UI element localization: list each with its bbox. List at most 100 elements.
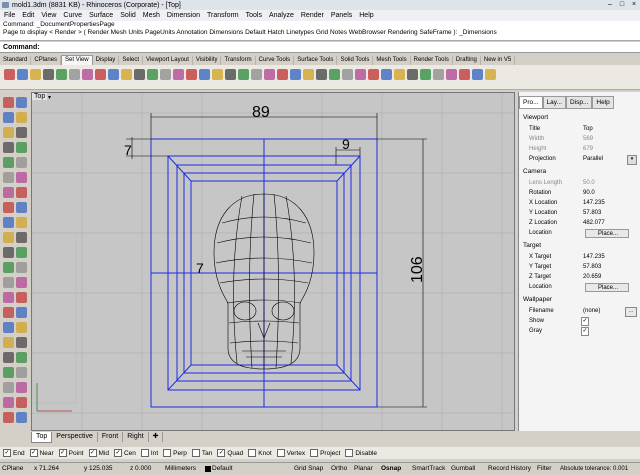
- checkbox[interactable]: ✓: [58, 449, 67, 457]
- toolbar-tab-solid-tools[interactable]: Solid Tools: [337, 56, 374, 65]
- menu-file[interactable]: File: [4, 12, 15, 19]
- toolbar-icon[interactable]: [459, 69, 470, 80]
- toolbar-icon[interactable]: [381, 69, 392, 80]
- property-value[interactable]: 90.0: [581, 189, 633, 198]
- viewport-tab-right[interactable]: Right: [123, 432, 149, 442]
- toolbar-icon[interactable]: [472, 69, 483, 80]
- property-value[interactable]: 57.803: [581, 209, 633, 218]
- checkbox[interactable]: [248, 449, 257, 457]
- left-tool-icon[interactable]: [16, 232, 27, 243]
- maximize-button[interactable]: □: [616, 0, 628, 10]
- left-tool-icon[interactable]: [16, 397, 27, 408]
- toolbar-tab-mesh-tools[interactable]: Mesh Tools: [373, 56, 411, 65]
- toolbar-tab-surface-tools[interactable]: Surface Tools: [294, 56, 338, 65]
- left-tool-icon[interactable]: [3, 322, 14, 333]
- checkbox[interactable]: ✓: [88, 449, 97, 457]
- toolbar-icon[interactable]: [342, 69, 353, 80]
- place-button[interactable]: Place...: [585, 229, 629, 238]
- property-value[interactable]: 20.659: [581, 273, 633, 282]
- left-tool-icon[interactable]: [3, 217, 14, 228]
- status-toggle-filter[interactable]: Filter: [537, 463, 551, 475]
- left-tool-icon[interactable]: [16, 127, 27, 138]
- toolbar-icon[interactable]: [264, 69, 275, 80]
- toolbar-icon[interactable]: [433, 69, 444, 80]
- toolbar-tab-set-view[interactable]: Set View: [61, 55, 93, 65]
- checkbox[interactable]: ✓: [3, 449, 11, 457]
- toolbar-tab-transform[interactable]: Transform: [221, 56, 256, 65]
- viewport-tab-perspective[interactable]: Perspective: [52, 432, 98, 442]
- property-value[interactable]: 147.235: [581, 253, 633, 262]
- command-input[interactable]: Command:: [0, 42, 640, 53]
- left-tool-icon[interactable]: [16, 187, 27, 198]
- status-toggle-smarttrack[interactable]: SmartTrack: [412, 463, 445, 475]
- left-tool-icon[interactable]: [3, 382, 14, 393]
- left-tool-icon[interactable]: [3, 412, 14, 423]
- osnap-project[interactable]: Project: [310, 449, 340, 457]
- status-toggle-ortho[interactable]: Ortho: [331, 463, 347, 475]
- osnap-end[interactable]: ✓ End: [3, 449, 25, 457]
- toolbar-icon[interactable]: [316, 69, 327, 80]
- toolbar-icon[interactable]: [121, 69, 132, 80]
- menu-edit[interactable]: Edit: [22, 12, 34, 19]
- left-tool-icon[interactable]: [3, 127, 14, 138]
- status-layer[interactable]: Default: [212, 463, 233, 475]
- toolbar-icon[interactable]: [82, 69, 93, 80]
- toolbar-icon[interactable]: [69, 69, 80, 80]
- toolbar-icon[interactable]: [95, 69, 106, 80]
- panel-tab[interactable]: Lay...: [542, 96, 566, 109]
- osnap-tan[interactable]: Tan: [191, 449, 212, 457]
- viewport-top[interactable]: Top ▾ 89 7 9 7 106: [31, 92, 515, 431]
- toolbar-tab-standard[interactable]: Standard: [0, 56, 32, 65]
- toolbar-tab-render-tools[interactable]: Render Tools: [411, 56, 453, 65]
- toolbar-icon[interactable]: [30, 69, 41, 80]
- menu-solid[interactable]: Solid: [120, 12, 136, 19]
- left-tool-icon[interactable]: [16, 322, 27, 333]
- panel-tab[interactable]: Help: [592, 96, 614, 109]
- osnap-knot[interactable]: Knot: [248, 449, 272, 457]
- toolbar-icon[interactable]: [17, 69, 28, 80]
- osnap-disable[interactable]: Disable: [345, 449, 377, 457]
- property-value[interactable]: 50.0: [581, 179, 633, 188]
- toolbar-icon[interactable]: [147, 69, 158, 80]
- menu-view[interactable]: View: [41, 12, 56, 19]
- property-value[interactable]: Parallel: [581, 155, 633, 164]
- toolbar-tab-viewport-layout[interactable]: Viewport Layout: [143, 56, 193, 65]
- toolbar-icon[interactable]: [368, 69, 379, 80]
- left-tool-icon[interactable]: [3, 187, 14, 198]
- panel-tab[interactable]: Pro...: [519, 96, 543, 109]
- left-tool-icon[interactable]: [3, 292, 14, 303]
- left-tool-icon[interactable]: [3, 352, 14, 363]
- checkbox[interactable]: [345, 449, 354, 457]
- dropdown-arrow-icon[interactable]: ▾: [627, 155, 637, 165]
- left-tool-icon[interactable]: [3, 172, 14, 183]
- osnap-cen[interactable]: ✓ Cen: [113, 449, 136, 457]
- left-tool-icon[interactable]: [3, 277, 14, 288]
- left-tool-icon[interactable]: [16, 382, 27, 393]
- left-tool-icon[interactable]: [3, 202, 14, 213]
- osnap-point[interactable]: ✓ Point: [58, 449, 84, 457]
- left-tool-icon[interactable]: [3, 397, 14, 408]
- toolbar-icon[interactable]: [446, 69, 457, 80]
- left-tool-icon[interactable]: [3, 307, 14, 318]
- menu-panels[interactable]: Panels: [331, 12, 352, 19]
- checkbox[interactable]: ✓: [581, 317, 589, 326]
- checkbox[interactable]: ✓: [581, 327, 589, 336]
- left-tool-icon[interactable]: [16, 247, 27, 258]
- left-tool-icon[interactable]: [3, 367, 14, 378]
- menu-surface[interactable]: Surface: [89, 12, 113, 19]
- toolbar-tab-visibility[interactable]: Visibility: [193, 56, 222, 65]
- toolbar-icon[interactable]: [251, 69, 262, 80]
- left-tool-icon[interactable]: [16, 172, 27, 183]
- checkbox[interactable]: ✓: [113, 449, 122, 457]
- checkbox[interactable]: ✓: [217, 449, 226, 457]
- checkbox[interactable]: [191, 449, 200, 457]
- checkbox[interactable]: [140, 449, 149, 457]
- toolbar-tab-cplanes[interactable]: CPlanes: [31, 56, 62, 65]
- left-tool-icon[interactable]: [3, 262, 14, 273]
- osnap-vertex[interactable]: Vertex: [276, 449, 305, 457]
- osnap-near[interactable]: ✓ Near: [29, 449, 54, 457]
- left-tool-icon[interactable]: [16, 292, 27, 303]
- menu-curve[interactable]: Curve: [63, 12, 82, 19]
- left-tool-icon[interactable]: [16, 262, 27, 273]
- toolbar-icon[interactable]: [303, 69, 314, 80]
